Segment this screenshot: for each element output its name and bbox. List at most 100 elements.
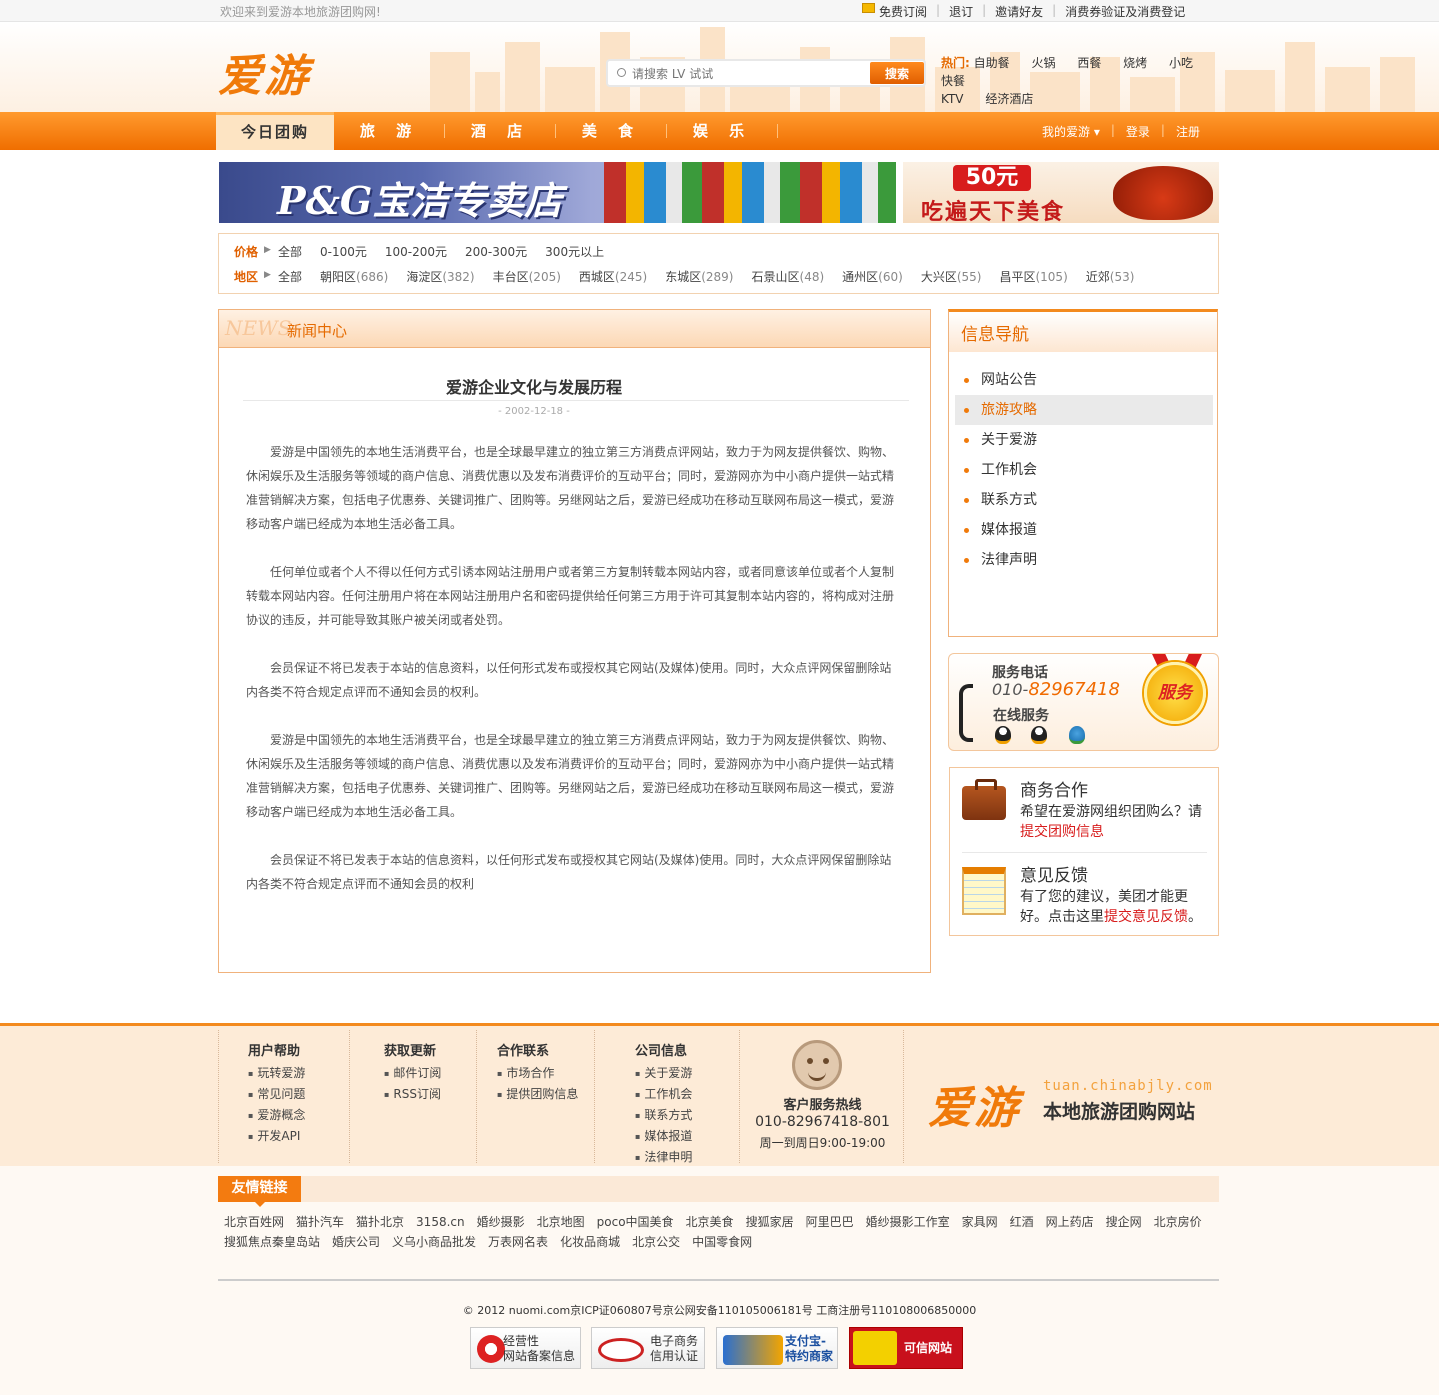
friend-link[interactable]: 阿里巴巴: [806, 1215, 854, 1229]
footer-link[interactable]: 关于爱游: [635, 1063, 739, 1084]
info-nav-item-legal[interactable]: 法律声明: [955, 545, 1213, 575]
friend-link[interactable]: 义乌小商品批发: [392, 1235, 476, 1249]
info-nav-item-media[interactable]: 媒体报道: [955, 515, 1213, 545]
badge-trusted-site[interactable]: 可信网站: [849, 1327, 963, 1369]
footer-link[interactable]: 联系方式: [635, 1105, 739, 1126]
site-logo[interactable]: 爱游: [218, 40, 310, 104]
area-option[interactable]: 近郊(53): [1086, 268, 1135, 285]
submit-deal-link[interactable]: 提交团购信息: [1020, 824, 1104, 840]
search-button[interactable]: 搜索: [870, 62, 924, 84]
area-option[interactable]: 昌平区(105): [999, 268, 1067, 285]
footer-link[interactable]: 媒体报道: [635, 1126, 739, 1147]
register-link[interactable]: 注册: [1176, 123, 1200, 140]
friend-link[interactable]: 北京地图: [537, 1215, 585, 1229]
login-link[interactable]: 登录: [1126, 123, 1150, 140]
qq-icon[interactable]: [995, 726, 1011, 744]
unsubscribe-link[interactable]: 退订: [949, 3, 973, 20]
footer-link[interactable]: 工作机会: [635, 1084, 739, 1105]
friend-link[interactable]: 婚庆公司: [332, 1235, 380, 1249]
top-links: 免费订阅 | 退订 | 邀请好友 | 消费券验证及消费登记: [862, 3, 1185, 20]
friend-link[interactable]: poco中国美食: [597, 1215, 674, 1229]
friend-link[interactable]: 猫扑汽车: [296, 1215, 344, 1229]
footer-link[interactable]: 提供团购信息: [497, 1084, 594, 1105]
nav-items: 今日团购 旅 游 酒 店 美 食 娱 乐: [216, 112, 778, 150]
nav-entertainment[interactable]: 娱 乐: [667, 112, 778, 150]
info-nav-item-travel-guide[interactable]: 旅游攻略: [955, 395, 1213, 425]
banner-food[interactable]: 50元 吃遍天下美食: [903, 162, 1219, 223]
friend-link[interactable]: 北京美食: [686, 1215, 734, 1229]
feedback-text: 有了您的建议，美团才能更好。点击这里提交意见反馈。: [1020, 889, 1202, 925]
price-option[interactable]: 100-200元: [385, 243, 447, 260]
area-option[interactable]: 通州区(60): [842, 268, 903, 285]
search-input[interactable]: [614, 64, 868, 84]
nav-food[interactable]: 美 食: [556, 112, 667, 150]
friend-link[interactable]: 化妆品商城: [560, 1235, 620, 1249]
area-option[interactable]: 朝阳区(686): [320, 268, 388, 285]
coop-title: 商务合作: [1020, 781, 1088, 801]
area-option[interactable]: 大兴区(55): [921, 268, 982, 285]
hot-keyword[interactable]: 火锅: [1031, 56, 1055, 70]
footer-link[interactable]: 爱游概念: [248, 1105, 349, 1126]
friend-link[interactable]: 万表网名表: [488, 1235, 548, 1249]
info-nav-item-about[interactable]: 关于爱游: [955, 425, 1213, 455]
subscribe-link[interactable]: 免费订阅: [879, 3, 927, 20]
price-option[interactable]: 300元以上: [545, 243, 604, 260]
footer-link[interactable]: RSS订阅: [384, 1084, 476, 1105]
info-nav-item-jobs[interactable]: 工作机会: [955, 455, 1213, 485]
submit-feedback-link[interactable]: 提交意见反馈: [1104, 909, 1188, 925]
friend-link[interactable]: 红酒: [1010, 1215, 1034, 1229]
invite-friends-link[interactable]: 邀请好友: [995, 3, 1043, 20]
area-option[interactable]: 全部: [278, 268, 302, 285]
footer-link[interactable]: 玩转爱游: [248, 1063, 349, 1084]
area-option[interactable]: 海淀区(382): [406, 268, 474, 285]
hot-keyword[interactable]: 西餐: [1077, 56, 1101, 70]
friend-link[interactable]: 搜企网: [1106, 1215, 1142, 1229]
footer-link[interactable]: 常见问题: [248, 1084, 349, 1105]
banner-pg-store[interactable]: P&G宝洁专卖店: [219, 162, 896, 223]
feedback-title: 意见反馈: [1020, 866, 1088, 886]
area-option[interactable]: 西城区(245): [579, 268, 647, 285]
price-option[interactable]: 200-300元: [465, 243, 527, 260]
info-nav-item-announcements[interactable]: 网站公告: [955, 365, 1213, 395]
price-option[interactable]: 0-100元: [320, 243, 367, 260]
hot-keyword[interactable]: 烧烤: [1123, 56, 1147, 70]
friend-link[interactable]: 搜狐家居: [746, 1215, 794, 1229]
area-option[interactable]: 东城区(289): [665, 268, 733, 285]
friend-link[interactable]: 婚纱摄影工作室: [866, 1215, 950, 1229]
friend-link[interactable]: 网上药店: [1046, 1215, 1094, 1229]
area-option[interactable]: 石景山区(48): [752, 268, 825, 285]
friend-link[interactable]: 3158.cn: [416, 1215, 465, 1229]
friend-link[interactable]: 北京公交: [632, 1235, 680, 1249]
group-chat-icon[interactable]: [1069, 726, 1085, 744]
friend-link[interactable]: 中国零食网: [692, 1235, 752, 1249]
my-account-menu[interactable]: 我的爱游 ▾: [1042, 123, 1100, 140]
footer-link[interactable]: 法律申明: [635, 1147, 739, 1168]
service-medal-icon: 服务: [1144, 662, 1206, 724]
hot-keyword[interactable]: 自助餐: [974, 56, 1010, 70]
friend-link[interactable]: 婚纱摄影: [477, 1215, 525, 1229]
hot-keyword[interactable]: KTV: [941, 92, 963, 106]
qq-icon[interactable]: [1031, 726, 1047, 744]
footer-link[interactable]: 邮件订阅: [384, 1063, 476, 1084]
friend-link[interactable]: 家具网: [962, 1215, 998, 1229]
friend-link[interactable]: 北京房价: [1154, 1215, 1202, 1229]
nav-hotel[interactable]: 酒 店: [445, 112, 556, 150]
badge-alipay[interactable]: 支付宝- 特约商家: [716, 1327, 838, 1369]
article-title: 爱游企业文化与发展历程: [445, 378, 622, 397]
nav-travel[interactable]: 旅 游: [334, 112, 445, 150]
hot-keyword[interactable]: 小吃: [1169, 56, 1193, 70]
badge-bcp[interactable]: 电子商务 信用认证: [591, 1327, 705, 1369]
friend-link[interactable]: 猫扑北京: [356, 1215, 404, 1229]
coupon-verify-link[interactable]: 消费券验证及消费登记: [1065, 3, 1185, 20]
nav-today-deals[interactable]: 今日团购: [216, 112, 334, 150]
price-option[interactable]: 全部: [278, 243, 302, 260]
footer-link[interactable]: 市场合作: [497, 1063, 594, 1084]
hot-keyword[interactable]: 快餐: [941, 74, 965, 88]
footer-link[interactable]: 开发API: [248, 1126, 349, 1147]
friend-link[interactable]: 搜狐焦点秦皇岛站: [224, 1235, 320, 1249]
area-option[interactable]: 丰台区(205): [493, 268, 561, 285]
hot-keyword[interactable]: 经济酒店: [985, 92, 1033, 106]
friend-link[interactable]: 北京百姓网: [224, 1215, 284, 1229]
badge-icp-record[interactable]: 经营性 网站备案信息: [470, 1327, 581, 1369]
info-nav-item-contact[interactable]: 联系方式: [955, 485, 1213, 515]
